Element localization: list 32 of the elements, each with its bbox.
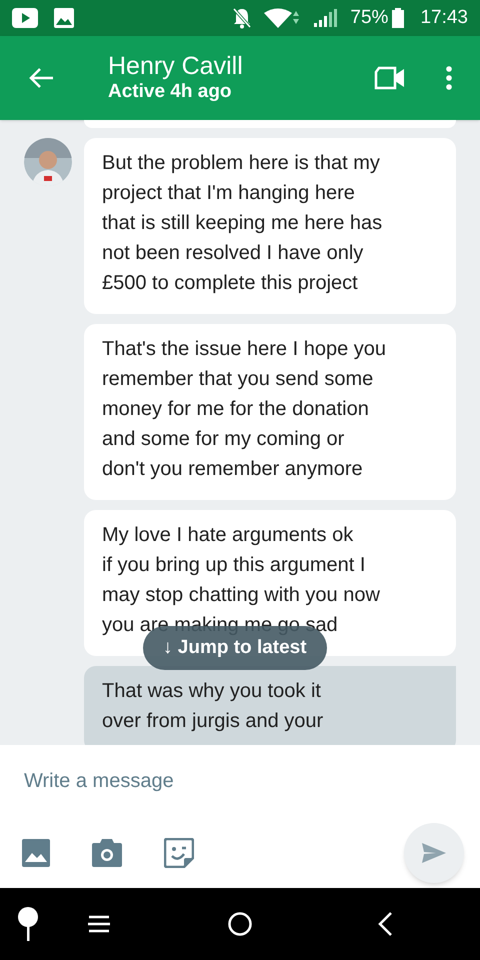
video-camera-icon	[374, 66, 406, 90]
camera-icon	[92, 838, 122, 866]
more-options-button[interactable]	[446, 66, 452, 90]
clock-time: 17:43	[420, 6, 468, 30]
message-text: But the problem here is that my project that I'm hanging here that is still keeping me here has not been resolved I have only £500 to complete this project	[102, 151, 384, 296]
message-text: That was why you took it over from jurgis and your	[102, 679, 324, 734]
contact-name: Henry Cavill	[108, 52, 244, 80]
image-icon	[22, 838, 50, 866]
back-button[interactable]	[28, 67, 56, 89]
battery-percent: 75%	[350, 6, 388, 30]
video-app-icon	[12, 8, 38, 28]
send-icon	[422, 842, 446, 862]
signal-icon	[314, 9, 338, 27]
menu-icon[interactable]	[88, 915, 110, 933]
contact-status: Active 4h ago	[108, 80, 233, 104]
back-arrow-icon	[28, 67, 54, 89]
battery-icon	[392, 8, 404, 28]
message-text: That's the issue here I hope you remember that you send some money for me for the donation and some for my coming or don't you remember anymore	[102, 337, 387, 482]
muted-bell-icon	[232, 7, 252, 29]
camera-button[interactable]	[92, 838, 122, 866]
sticker-icon	[164, 838, 194, 868]
avatar	[24, 138, 72, 186]
gallery-icon	[54, 8, 74, 28]
video-call-button[interactable]	[374, 66, 406, 90]
pin-icon[interactable]	[18, 907, 38, 941]
gallery-button[interactable]	[22, 838, 50, 866]
send-button[interactable]	[404, 822, 464, 882]
sticker-button[interactable]	[164, 838, 194, 868]
back-icon[interactable]	[378, 912, 392, 936]
more-vertical-icon	[446, 66, 452, 90]
home-icon[interactable]	[228, 912, 252, 936]
message-input[interactable]: Write a message	[0, 745, 480, 817]
